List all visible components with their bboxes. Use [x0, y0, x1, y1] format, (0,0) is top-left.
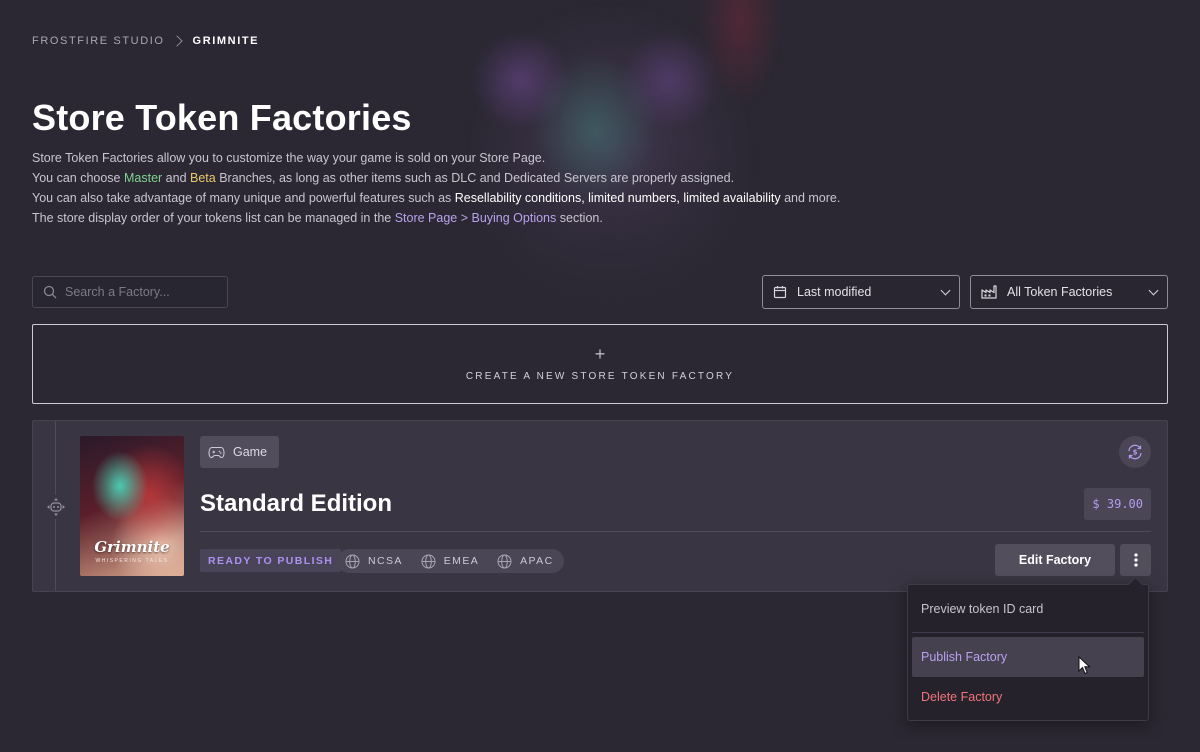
breadcrumb-studio-link[interactable]: FROSTFIRE STUDIO [32, 35, 165, 47]
currency-sync-button[interactable]: $ [1119, 436, 1151, 468]
globe-icon [421, 554, 436, 568]
breadcrumb: FROSTFIRE STUDIO GRIMNITE [32, 35, 259, 47]
more-vertical-icon [1133, 553, 1138, 567]
svg-text:$: $ [1133, 449, 1138, 457]
buying-options-link[interactable]: Store Page > Buying Options [395, 211, 557, 225]
currency-sync-icon: $ [1128, 444, 1142, 460]
page-description: Store Token Factories allow you to custo… [32, 148, 840, 228]
region-label: EMEA [443, 555, 480, 567]
factory-name: Standard Edition [200, 490, 392, 517]
create-factory-button[interactable]: + CREATE A NEW STORE TOKEN FACTORY [32, 324, 1168, 404]
create-factory-label: CREATE A NEW STORE TOKEN FACTORY [465, 370, 735, 382]
desc-line-3: You can also take advantage of many uniq… [32, 191, 841, 205]
status-badge: READY TO PUBLISH [200, 549, 342, 572]
factory-cover-image: Grimnite WHISPERING TALES [80, 436, 184, 576]
cover-subtitle: WHISPERING TALES [95, 558, 169, 564]
gamepad-icon [208, 446, 225, 458]
factory-type-label: Game [233, 445, 268, 459]
factory-type-chip: Game [200, 436, 280, 468]
more-options-button[interactable] [1120, 544, 1151, 576]
edit-factory-button[interactable]: Edit Factory [995, 544, 1115, 576]
factory-card: Grimnite WHISPERING TALES Game $ Standar… [32, 420, 1168, 592]
menu-item-publish-factory[interactable]: Publish Factory [912, 637, 1144, 677]
chevron-down-icon [940, 285, 951, 295]
master-branch-text: Master [123, 171, 163, 185]
region-emea: EMEA [421, 554, 479, 569]
sort-select[interactable]: Last modified [762, 275, 960, 309]
chevron-down-icon [1148, 285, 1159, 295]
region-label: NCSA [368, 555, 403, 567]
menu-divider [912, 632, 1144, 633]
desc-line-4: The store display order of your tokens l… [32, 211, 603, 225]
factory-options-menu: Preview token ID card Publish Factory De… [907, 584, 1149, 721]
region-label: APAC [520, 555, 554, 567]
search-input[interactable] [65, 285, 215, 299]
factory-filter-select[interactable]: All Token Factories [970, 275, 1168, 309]
search-icon [43, 285, 57, 299]
region-ncsa: NCSA [345, 554, 403, 569]
desc-line-1: Store Token Factories allow you to custo… [32, 151, 546, 165]
card-divider [200, 531, 1151, 532]
factory-filter-value: All Token Factories [1007, 285, 1113, 299]
menu-item-delete-factory[interactable]: Delete Factory [912, 677, 1144, 717]
drag-handle-icon[interactable] [44, 495, 68, 519]
globe-icon [345, 554, 360, 568]
region-apac: APAC [497, 554, 553, 569]
beta-branch-text: Beta [190, 171, 216, 185]
desc-line-2: You can choose Master and Beta Branches,… [32, 171, 735, 185]
plus-icon: + [594, 343, 606, 364]
regions-pill: NCSA EMEA APAC [337, 549, 564, 573]
features-highlight: Resellability conditions, limited number… [454, 191, 781, 205]
cover-title: Grimnite [94, 538, 170, 556]
mouse-cursor-icon [1078, 656, 1091, 675]
factory-price: $ 39.00 [1084, 488, 1151, 520]
factory-icon [981, 285, 997, 299]
page-title: Store Token Factories [32, 97, 412, 138]
calendar-icon [773, 286, 787, 299]
search-box [32, 276, 228, 308]
menu-item-preview-token[interactable]: Preview token ID card [912, 589, 1144, 629]
sort-select-value: Last modified [797, 285, 872, 299]
breadcrumb-current: GRIMNITE [192, 35, 260, 47]
chevron-right-icon [170, 35, 183, 47]
globe-icon [497, 554, 512, 568]
